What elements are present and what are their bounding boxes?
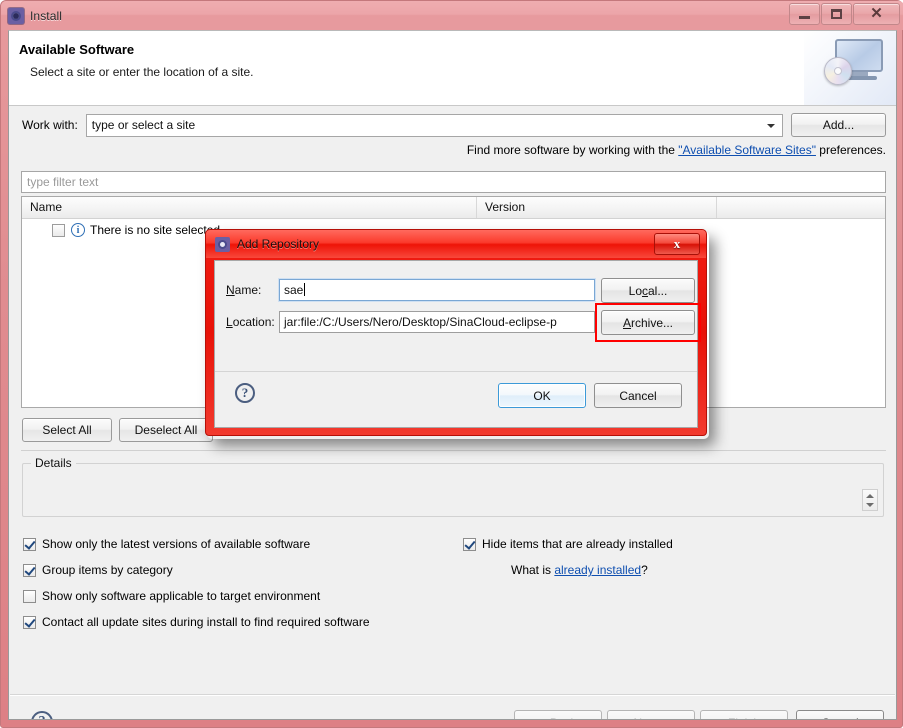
checkbox-contact-update-sites[interactable] <box>23 615 36 629</box>
software-sites-hint: Find more software by working with the "… <box>9 143 886 165</box>
hint-suffix: preferences. <box>815 143 886 157</box>
modal-body: Name: sae Local... Location: jar:file:/C… <box>214 260 701 428</box>
checkbox-hide-installed[interactable] <box>463 537 476 551</box>
window-controls: ✕ <box>788 3 900 25</box>
option-group-by-category[interactable]: Group items by category <box>23 563 173 577</box>
minimize-button[interactable] <box>789 3 820 25</box>
work-with-label: Work with: <box>22 118 78 132</box>
option-latest-versions[interactable]: Show only the latest versions of availab… <box>23 537 310 551</box>
option-hide-installed[interactable]: Hide items that are already installed <box>463 537 673 551</box>
location-label: Location: <box>226 315 275 329</box>
work-with-combo[interactable]: type or select a site <box>85 113 783 137</box>
add-repository-dialog: Add Repository x Name: sae Local... Loca… <box>205 229 707 436</box>
modal-title: Add Repository <box>237 237 320 251</box>
info-icon: i <box>71 223 85 237</box>
spinner-up-icon[interactable] <box>866 494 874 498</box>
what-is-suffix: ? <box>641 563 648 577</box>
deselect-all-button[interactable]: Deselect All <box>119 418 213 442</box>
archive-button[interactable]: Archive... <box>601 310 695 335</box>
local-post: al... <box>648 283 668 298</box>
maximize-icon <box>831 9 842 19</box>
what-is-already-installed: What is already installed? <box>511 563 648 577</box>
row-checkbox[interactable] <box>52 223 65 237</box>
option-contact-update-sites[interactable]: Contact all update sites during install … <box>23 615 370 629</box>
table-header-row: Name Version <box>22 197 885 219</box>
already-installed-link[interactable]: already installed <box>554 563 641 577</box>
details-spinner[interactable] <box>862 489 878 511</box>
separator <box>21 450 886 451</box>
footer-separator-highlight <box>10 695 895 696</box>
minimize-icon <box>799 16 810 19</box>
name-label: Name: <box>226 283 261 297</box>
archive-rest: rchive... <box>631 315 674 330</box>
modal-fields: Name: sae Local... Location: jar:file:/C… <box>215 261 701 369</box>
eclipse-gear-icon <box>215 236 230 252</box>
name-label-mnemonic: N <box>226 283 235 297</box>
available-software-sites-link[interactable]: "Available Software Sites" <box>678 143 816 157</box>
name-label-rest: ame: <box>234 283 262 297</box>
spinner-down-icon[interactable] <box>866 503 874 507</box>
what-is-prefix: What is <box>511 563 555 577</box>
banner-artwork <box>804 31 896 105</box>
archive-mnemonic: A <box>622 315 631 330</box>
checkbox-group-by-category[interactable] <box>23 563 36 577</box>
cd-disc-icon <box>824 57 852 85</box>
wizard-header: Available Software Select a site or ente… <box>9 31 896 106</box>
page-description: Select a site or enter the location of a… <box>30 65 254 79</box>
close-button[interactable]: ✕ <box>853 3 900 25</box>
option-label: Group items by category <box>42 563 173 577</box>
modal-close-button[interactable]: x <box>654 233 700 255</box>
details-group <box>22 463 884 517</box>
work-with-row: Work with: type or select a site Add... <box>9 107 896 143</box>
work-with-value: type or select a site <box>91 118 196 132</box>
option-label: Show only the latest versions of availab… <box>42 537 311 551</box>
window-title: Install <box>30 8 63 23</box>
cancel-button[interactable]: Cancel <box>796 710 884 719</box>
modal-help-question-icon[interactable]: ? <box>235 383 255 403</box>
hint-prefix: Find more software by working with the <box>466 143 679 157</box>
local-button[interactable]: Local... <box>601 278 695 303</box>
add-site-button[interactable]: Add... <box>791 113 886 137</box>
ok-button[interactable]: OK <box>498 383 586 408</box>
option-label: Show only software applicable to target … <box>42 589 321 603</box>
back-button[interactable]: < Back <box>514 710 602 719</box>
local-pre: Lo <box>628 283 642 298</box>
row-name-label: There is no site selected <box>90 223 221 237</box>
window-titlebar: Install ✕ <box>1 1 903 30</box>
location-label-mnemonic: L <box>226 315 233 329</box>
location-label-rest: ocation: <box>232 315 275 329</box>
checkbox-latest-versions[interactable] <box>23 537 36 551</box>
details-legend: Details <box>31 456 76 470</box>
column-header-version[interactable]: Version <box>477 197 717 218</box>
option-label: Hide items that are already installed <box>482 537 673 551</box>
eclipse-gear-icon <box>8 7 24 24</box>
name-input-value: sae <box>284 283 304 297</box>
checkbox-target-environment[interactable] <box>23 589 36 603</box>
column-header-extra[interactable] <box>717 197 885 218</box>
page-title: Available Software <box>19 42 135 57</box>
finish-button[interactable]: Finish <box>700 710 788 719</box>
maximize-button[interactable] <box>821 3 852 25</box>
option-label: Contact all update sites during install … <box>42 615 370 629</box>
next-button[interactable]: Next > <box>607 710 695 719</box>
name-input[interactable]: sae <box>278 278 596 302</box>
chevron-down-icon <box>767 123 775 128</box>
close-icon: ✕ <box>870 5 883 22</box>
modal-cancel-button[interactable]: Cancel <box>594 383 682 408</box>
option-target-environment[interactable]: Show only software applicable to target … <box>23 589 320 603</box>
help-question-icon[interactable]: ? <box>31 711 53 719</box>
select-all-button[interactable]: Select All <box>22 418 112 442</box>
modal-titlebar: Add Repository x <box>206 230 706 258</box>
filter-input[interactable]: type filter text <box>21 171 886 193</box>
text-caret <box>304 283 306 296</box>
column-header-name[interactable]: Name <box>22 197 477 218</box>
location-input[interactable]: jar:file:/C:/Users/Nero/Desktop/SinaClou… <box>279 311 595 333</box>
modal-separator <box>215 371 697 372</box>
